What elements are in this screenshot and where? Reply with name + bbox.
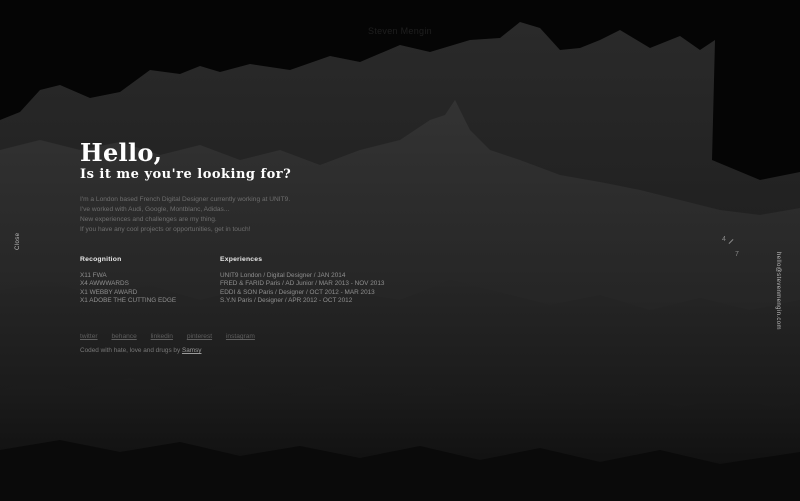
intro-text: I'm a London based French Digital Design… [80,195,290,235]
page-total: 7 [735,251,739,258]
credit-author-link[interactable]: Samsy [182,347,202,354]
page-current: 4 [722,236,726,243]
credit-text: Coded with hate, love and drugs by [80,347,181,354]
social-link-behance[interactable]: behance [111,333,136,340]
recognition-item: X11 FWA [80,272,107,279]
page-subtitle: Is it me you're looking for? [80,167,292,182]
experience-item: UNIT9 London / Digital Designer / JAN 20… [220,272,346,279]
experience-item: FRED & FARID Paris / AD Junior / MAR 201… [220,280,385,288]
page-indicator: 4 7 [722,236,744,262]
experience-item: EDDI & SON Paris / Designer / OCT 2012 -… [220,288,375,296]
social-link-twitter[interactable]: twitter [80,333,98,340]
social-link-linkedin[interactable]: linkedin [151,333,173,340]
social-link-instagram[interactable]: instagram [226,333,255,340]
credit-line: Coded with hate, love and drugs by Samsy [80,347,202,354]
email-link[interactable]: hello@stevenmengin.com [775,252,781,330]
recognition-title: Recognition [80,256,122,263]
experiences-section: Experiences UNIT9 London / Digital Desig… [220,256,384,306]
social-links: twitter behance linkedin pinterest insta… [80,333,267,340]
intro-line: If you have any cool projects or opportu… [80,226,251,233]
social-link-pinterest[interactable]: pinterest [187,333,212,340]
recognition-item: X1 ADOBE THE CUTTING EDGE [80,297,177,305]
recognition-item: X4 AWWWARDS [80,280,129,288]
intro-line: New experiences and challenges are my th… [80,216,217,223]
recognition-section: Recognition X11 FWA X4 AWWWARDS X1 WEBBY… [80,256,176,306]
intro-line: I've worked with Audi, Google, Montblanc… [80,206,230,213]
page-separator [728,239,734,244]
brand-logo[interactable]: Steven Mengin [0,26,800,36]
mountain-background [0,22,800,501]
close-link[interactable]: Close [15,233,21,250]
experiences-title: Experiences [220,256,263,263]
page-title: Hello, [80,138,163,167]
recognition-item: X1 WEBBY AWARD [80,288,138,296]
experience-item: S.Y.N Paris / Designer / APR 2012 - OCT … [220,297,353,305]
intro-line: I'm a London based French Digital Design… [80,196,291,203]
